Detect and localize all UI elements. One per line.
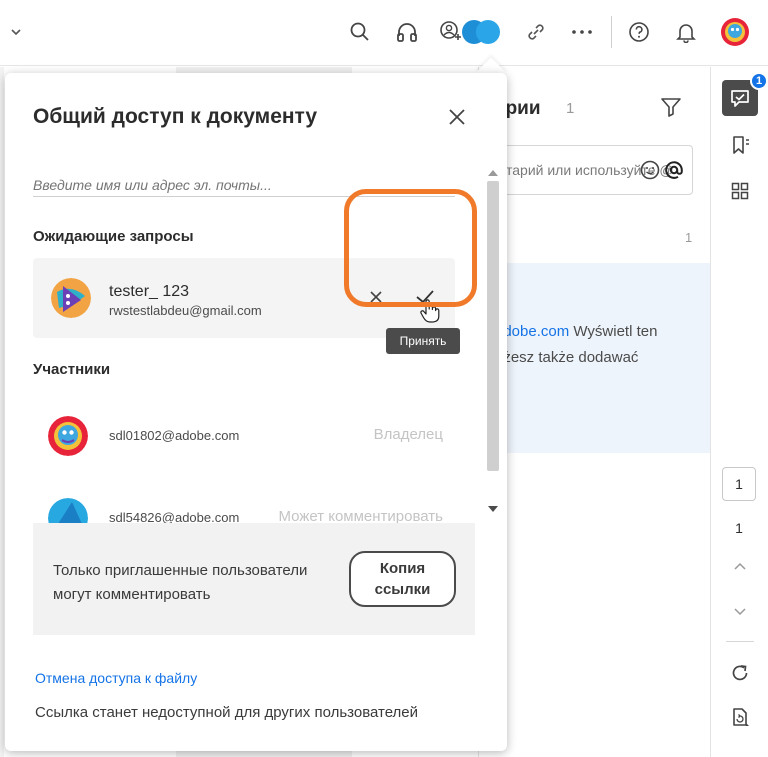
dialog-title: Общий доступ к документу	[33, 105, 318, 128]
right-rail: 1 1 1	[710, 67, 768, 757]
member-role: Может комментировать	[278, 508, 443, 523]
dialog-scrollbar[interactable]	[485, 166, 501, 516]
comments-badge: 1	[750, 72, 768, 90]
member-email: sdl54826@adobe.com	[109, 510, 240, 523]
toolbar-divider	[611, 16, 612, 48]
scroll-down-arrow[interactable]	[488, 506, 498, 512]
total-pages: 1	[735, 520, 743, 536]
copy-link-button[interactable]: Копия ссылки	[349, 551, 456, 607]
member-row: sdl01802@adobe.com Владелец	[33, 408, 473, 464]
hand-cursor-icon	[419, 298, 441, 324]
scrollbar-thumb[interactable]	[487, 181, 499, 471]
accept-tooltip: Принять	[386, 328, 460, 354]
add-people-icon[interactable]	[438, 18, 504, 46]
revoke-note: Ссылка станет недоступной для других пол…	[35, 704, 419, 721]
comments-panel: арии 1 тарий или используйте @ 1 adobe.c…	[478, 67, 711, 757]
link-icon[interactable]	[522, 18, 550, 46]
permission-text: Только приглашенные пользователи могут к…	[53, 562, 308, 603]
member-row: sdl54826@adobe.com Может комментировать	[33, 490, 473, 523]
emoji-icon[interactable]	[640, 160, 660, 180]
search-icon[interactable]	[346, 18, 374, 46]
invite-email-input[interactable]	[33, 165, 455, 197]
user-avatar[interactable]	[719, 16, 751, 48]
mention-icon[interactable]	[664, 160, 684, 180]
share-dialog: Общий доступ к документу Ожидающие запро…	[5, 73, 507, 751]
pending-user-email: rwstestlabdeu@gmail.com	[109, 303, 262, 318]
member-email: sdl01802@adobe.com	[109, 428, 240, 443]
pending-request-row: tester_ 123 rwstestlabdeu@gmail.com	[33, 258, 455, 338]
scroll-up-arrow[interactable]	[488, 170, 498, 176]
chevron-down-icon[interactable]	[2, 18, 30, 46]
top-toolbar	[0, 0, 768, 66]
bookmark-icon[interactable]	[722, 127, 758, 163]
member-avatar	[48, 498, 88, 523]
help-icon[interactable]	[625, 18, 653, 46]
filter-icon[interactable]	[659, 95, 683, 119]
permission-box: Только приглашенные пользователи могут к…	[33, 523, 475, 635]
thread-count: 1	[685, 230, 693, 245]
revoke-access-link[interactable]: Отмена доступа к файлу	[35, 670, 197, 686]
pending-user-name: tester_ 123	[109, 283, 190, 300]
comments-notice: adobe.com Wyświetl ten ożesz także dodaw…	[479, 263, 711, 453]
member-avatar	[48, 416, 88, 456]
bell-icon[interactable]	[672, 18, 700, 46]
document-sidebar-strip	[0, 67, 4, 757]
notice-line2: ożesz także dodawać	[495, 349, 639, 366]
rail-divider	[726, 641, 754, 642]
chevron-up-icon[interactable]	[722, 549, 758, 585]
chevron-down-page-icon[interactable]	[722, 593, 758, 629]
comment-bubble-icon	[731, 90, 749, 107]
member-role: Владелец	[373, 426, 443, 443]
pending-user-avatar	[51, 278, 91, 318]
notice-line1: Wyświetl ten	[569, 323, 658, 340]
comment-input[interactable]: тарий или используйте @	[495, 145, 693, 195]
export-page-icon[interactable]	[722, 699, 758, 735]
close-icon[interactable]	[445, 105, 469, 129]
headphones-icon[interactable]	[393, 18, 421, 46]
refresh-icon[interactable]	[722, 655, 758, 691]
pending-requests-title: Ожидающие запросы	[33, 228, 194, 245]
more-icon[interactable]	[568, 18, 596, 46]
decline-request-icon[interactable]	[365, 286, 387, 308]
members-title: Участники	[33, 361, 111, 378]
thumbnails-icon[interactable]	[722, 173, 758, 209]
comments-rail-button[interactable]: 1	[722, 72, 768, 116]
notice-text: adobe.com Wyświetl ten ożesz także dodaw…	[495, 319, 705, 371]
current-page-field[interactable]: 1	[722, 467, 756, 501]
comments-count: 1	[566, 100, 575, 117]
